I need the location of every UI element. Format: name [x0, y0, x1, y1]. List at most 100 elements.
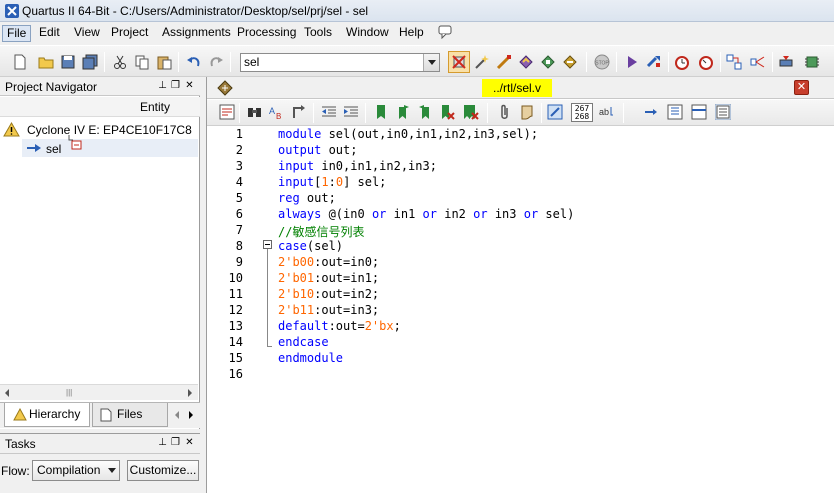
redo-icon[interactable]: [208, 54, 224, 70]
stop-icon[interactable]: STOP: [594, 54, 610, 70]
tab-arrow-icon[interactable]: [643, 104, 659, 120]
code-line[interactable]: reg out;: [278, 191, 336, 205]
scroll-left-icon[interactable]: [5, 389, 9, 397]
settings-wand-icon[interactable]: [474, 54, 490, 70]
code-line[interactable]: module sel(out,in0,in1,in2,in3,sel);: [278, 127, 538, 141]
word-wrap-icon[interactable]: ab: [599, 104, 615, 120]
new-file-icon[interactable]: [12, 54, 28, 70]
menu-project[interactable]: Project: [107, 25, 152, 42]
code-line[interactable]: 2'b01:out=in1;: [278, 271, 379, 285]
scroll-grip-icon[interactable]: |||: [66, 388, 72, 397]
pin-icon[interactable]: ⊥: [157, 80, 168, 91]
synthesis-icon[interactable]: [540, 54, 556, 70]
code-line[interactable]: //敏感信号列表: [278, 223, 364, 240]
tab-files[interactable]: Files: [92, 403, 168, 427]
timequest-icon[interactable]: [698, 54, 714, 70]
tasks-restore-icon[interactable]: ❐: [170, 437, 181, 448]
increase-indent-icon[interactable]: [343, 104, 359, 120]
save-all-icon[interactable]: [82, 54, 98, 70]
menu-file[interactable]: File: [2, 25, 32, 42]
menu-edit[interactable]: Edit: [35, 25, 64, 42]
cut-icon[interactable]: [112, 54, 128, 70]
code-area[interactable]: module sel(out,in0,in1,in2,in3,sel); outp…: [278, 126, 834, 493]
code-line[interactable]: 2'b00:out=in0;: [278, 255, 379, 269]
tab-hierarchy[interactable]: Hierarchy: [4, 403, 90, 427]
open-folder-icon[interactable]: [38, 54, 54, 70]
code-line[interactable]: 2'b11:out=in3;: [278, 303, 379, 317]
analysis-synthesis-icon[interactable]: [646, 54, 662, 70]
menu-processing[interactable]: Processing: [233, 25, 300, 42]
fitter-icon[interactable]: [562, 54, 578, 70]
line-numbers-toggle-button[interactable]: 267 268: [571, 103, 593, 122]
device-row[interactable]: Cyclone IV E: EP4CE10F17C8: [3, 121, 198, 139]
chevron-down-icon[interactable]: [423, 54, 439, 71]
rtl-viewer-icon[interactable]: [726, 54, 742, 70]
horizontal-scrollbar[interactable]: |||: [0, 384, 198, 400]
outline-view-icon[interactable]: [667, 104, 683, 120]
code-token: or: [523, 207, 546, 221]
remove-bookmark-icon[interactable]: [439, 104, 455, 120]
entity-column-header[interactable]: Entity: [0, 97, 200, 117]
code-line[interactable]: input[1:0] sel;: [278, 175, 386, 189]
flow-select[interactable]: Compilation: [32, 460, 120, 481]
programmer-icon[interactable]: [778, 54, 794, 70]
fold-collapse-icon[interactable]: [263, 240, 272, 249]
line-number: 9: [235, 255, 243, 269]
code-line[interactable]: 2'b10:out=in2;: [278, 287, 379, 301]
project-navigator-toggle-button[interactable]: [448, 51, 470, 73]
top-entity-row[interactable]: sel: [22, 135, 198, 157]
decrease-indent-icon[interactable]: [321, 104, 337, 120]
pin-planner-icon[interactable]: [496, 54, 512, 70]
split-view-icon[interactable]: [691, 104, 707, 120]
netlist-viewer-icon[interactable]: [750, 54, 766, 70]
tabs-scroll-right-icon[interactable]: [189, 411, 193, 419]
code-token: in2: [444, 207, 474, 221]
insert-template-icon[interactable]: [219, 104, 235, 120]
svg-text:STOP: STOP: [595, 61, 609, 67]
chip-editor-icon[interactable]: [804, 54, 820, 70]
tabs-scroll-left-icon[interactable]: [175, 411, 179, 419]
scroll-right-icon[interactable]: [188, 389, 192, 397]
code-line[interactable]: case(sel): [278, 239, 343, 253]
menu-tools[interactable]: Tools: [300, 25, 336, 42]
code-line[interactable]: default:out=2'bx;: [278, 319, 401, 333]
start-compilation-icon[interactable]: [624, 54, 640, 70]
code-line[interactable]: input in0,in1,in2,in3;: [278, 159, 437, 173]
previous-bookmark-icon[interactable]: [417, 104, 433, 120]
replace-icon[interactable]: AB: [269, 104, 285, 120]
full-view-icon[interactable]: [715, 104, 731, 120]
scroll-comment-icon[interactable]: [519, 104, 535, 120]
toggle-comment-icon[interactable]: [547, 104, 563, 120]
goto-line-icon[interactable]: [291, 104, 307, 120]
code-line[interactable]: output out;: [278, 143, 357, 157]
tasks-pin-icon[interactable]: ⊥: [157, 437, 168, 448]
code-line[interactable]: endmodule: [278, 351, 343, 365]
file-tab-sel-v[interactable]: ../rtl/sel.v: [482, 79, 552, 97]
bookmark-icon[interactable]: [373, 104, 389, 120]
close-icon[interactable]: ✕: [184, 80, 195, 91]
save-icon[interactable]: [60, 54, 76, 70]
close-editor-icon[interactable]: ✕: [794, 80, 809, 95]
paste-icon[interactable]: [156, 54, 172, 70]
restore-icon[interactable]: ❐: [170, 80, 181, 91]
tasks-title: Tasks: [5, 437, 36, 451]
timing-analyzer-icon[interactable]: [674, 54, 690, 70]
menu-window[interactable]: Window: [342, 25, 393, 42]
menu-help[interactable]: Help: [395, 25, 428, 42]
find-icon[interactable]: [247, 104, 263, 120]
code-line[interactable]: endcase: [278, 335, 329, 349]
customize-button[interactable]: Customize...: [127, 460, 199, 481]
help-bubble-icon[interactable]: [438, 25, 452, 39]
copy-icon[interactable]: [134, 54, 150, 70]
attach-icon[interactable]: [497, 104, 513, 120]
clear-bookmarks-icon[interactable]: [463, 104, 479, 120]
hierarchy-chip-icon: [68, 135, 82, 150]
menu-view[interactable]: View: [70, 25, 104, 42]
tasks-close-icon[interactable]: ✕: [184, 437, 195, 448]
menu-assignments[interactable]: Assignments: [158, 25, 235, 42]
analysis-icon[interactable]: [518, 54, 534, 70]
entity-select[interactable]: sel: [240, 53, 440, 72]
next-bookmark-icon[interactable]: [395, 104, 411, 120]
undo-icon[interactable]: [186, 54, 202, 70]
code-line[interactable]: always @(in0 or in1 or in2 or in3 or sel…: [278, 207, 574, 221]
